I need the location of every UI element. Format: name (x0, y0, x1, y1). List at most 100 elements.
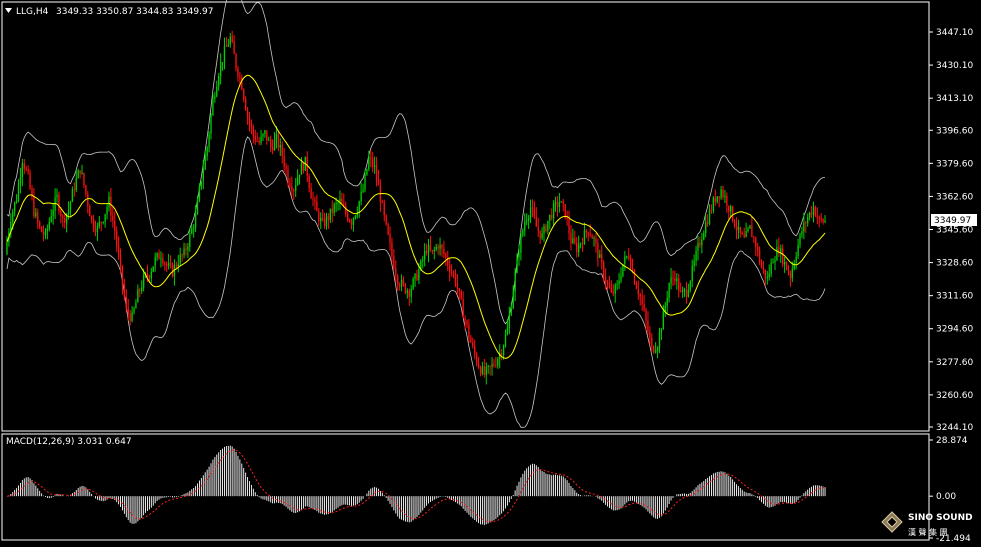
candle-body (449, 265, 451, 273)
candle-body (175, 265, 178, 267)
candle-body (423, 250, 426, 260)
candle-body (679, 291, 682, 293)
candle-body (39, 221, 41, 227)
candle-body (325, 216, 328, 227)
candle-body (233, 41, 235, 55)
candle-body (468, 324, 470, 338)
candle-body (658, 332, 661, 349)
candle-body (295, 185, 297, 191)
candle-body (643, 304, 645, 310)
candle-body (46, 228, 49, 232)
candle-body (570, 233, 572, 244)
candle-body (551, 214, 553, 219)
candle-body (90, 216, 93, 220)
candle-body (204, 156, 206, 170)
chart-canvas[interactable]: 3447.10 3430.10 3413.10 3396.60 3379.60 3362.… (0, 0, 981, 544)
candle-body (89, 205, 91, 217)
candle-body (722, 189, 724, 197)
candle-body (110, 196, 112, 216)
candle-body (260, 136, 262, 144)
candle-body (508, 314, 511, 329)
candle-body (822, 219, 824, 222)
candle-body (412, 278, 414, 289)
candle-body (545, 225, 547, 232)
candle-body (735, 226, 738, 231)
candle-body (264, 130, 266, 134)
candle-body (119, 254, 122, 266)
candle-body (62, 216, 64, 219)
candle-body (373, 165, 376, 167)
candle-body (398, 285, 401, 287)
price-tick-label: 3430.10 (936, 61, 973, 71)
candle-body (44, 231, 47, 235)
candle-body (27, 169, 29, 173)
candle-body (747, 228, 749, 232)
candle-body (408, 290, 410, 297)
candle-body (770, 262, 772, 274)
candle-body (42, 231, 45, 235)
candle-body (287, 169, 289, 183)
candle-body (137, 289, 139, 303)
candle-body (462, 299, 464, 319)
candle-body (493, 364, 495, 366)
candle-body (83, 172, 85, 186)
candle-body (262, 133, 264, 137)
candle-body (94, 228, 97, 232)
candle-body (753, 237, 755, 239)
candle-body (812, 207, 815, 215)
candle-body (672, 277, 674, 279)
candle-body (435, 246, 437, 250)
candle-body (337, 202, 339, 204)
candle-body (331, 208, 333, 213)
candle-body (366, 169, 368, 175)
candle-body (743, 234, 745, 238)
candle-body (58, 194, 60, 211)
candle-body (6, 241, 8, 255)
candle-body (758, 249, 761, 263)
candle-body (425, 250, 428, 253)
candle-body (206, 147, 208, 157)
candle-body (393, 256, 395, 269)
candle-body (751, 225, 753, 238)
candle-body (102, 221, 104, 223)
candle-body (477, 362, 480, 368)
candle-body (810, 212, 813, 215)
candle-body (131, 312, 133, 321)
candle-body (506, 328, 509, 335)
candle-body (358, 201, 360, 213)
candle-body (112, 215, 114, 221)
candle-body (429, 245, 432, 251)
candle-body (194, 214, 197, 228)
candle-body (620, 275, 622, 281)
candle-body (491, 364, 493, 367)
candle-body (558, 202, 561, 207)
candle-body (114, 220, 116, 232)
candle-body (683, 289, 686, 291)
candle-body (587, 232, 589, 234)
candle-body (774, 260, 776, 263)
candle-body (427, 245, 430, 253)
candle-body (383, 202, 385, 216)
candle-body (354, 215, 357, 219)
candle-body (202, 169, 204, 182)
candle-body (539, 230, 541, 239)
candle-body (268, 139, 270, 141)
candle-body (364, 174, 366, 190)
candle-body (481, 366, 484, 374)
candle-body (604, 276, 607, 283)
candle-body (77, 170, 79, 179)
candle-body (129, 313, 131, 321)
logo-text-top: SINO SOUND (908, 513, 973, 523)
candle-body (495, 365, 497, 367)
candle-body (377, 179, 380, 186)
candle-body (764, 269, 767, 279)
candle-body (820, 217, 822, 220)
candle-body (291, 186, 293, 191)
candle-body (803, 222, 805, 232)
candle-body (418, 269, 420, 280)
candle-body (269, 139, 272, 148)
candle-body (273, 139, 276, 151)
candle-body (497, 358, 499, 366)
candle-body (755, 238, 757, 247)
price-tick-label: 3413.10 (936, 94, 973, 104)
